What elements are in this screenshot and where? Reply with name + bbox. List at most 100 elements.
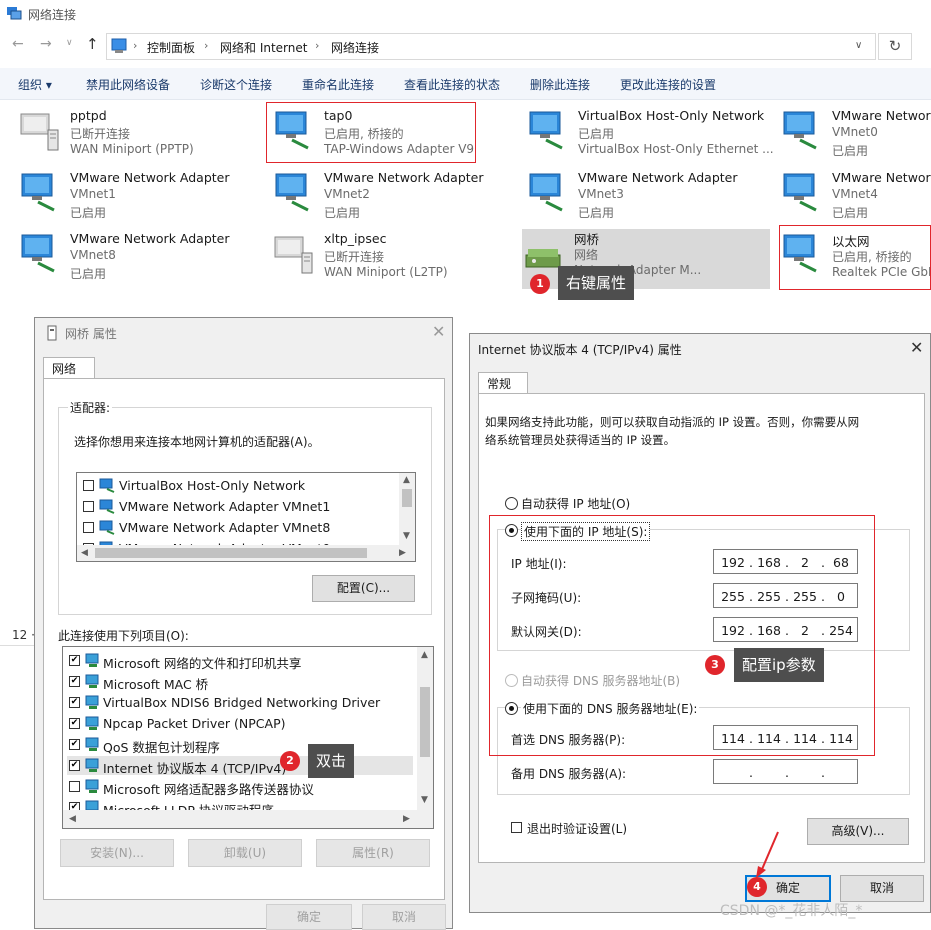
auto-ip-radio[interactable] (505, 497, 518, 510)
scroll-left-icon[interactable]: ◀ (81, 548, 88, 558)
properties-button[interactable]: 属性(R) (316, 839, 430, 867)
components-list[interactable]: ✔ Microsoft 网络的文件和打印机共享 ✔ Microsoft MAC 桥 ✔ V… (62, 646, 434, 829)
bridge-ok-button[interactable]: 确定 (266, 904, 352, 930)
component-checkbox[interactable]: ✔ (69, 697, 80, 708)
connection-item[interactable]: VirtualBox Host-Only Network 已启用 VirtualBo… (526, 108, 774, 168)
scroll-right-icon[interactable]: ▶ (399, 548, 406, 558)
component-row[interactable]: ✔ Npcap Packet Driver (NPCAP) (67, 714, 413, 733)
scroll-left-icon[interactable]: ◀ (69, 814, 76, 824)
connection-item[interactable]: VMware Network Adapter VMnet3 已启用 (526, 170, 774, 230)
close-icon[interactable]: ✕ (910, 338, 923, 357)
component-row[interactable]: ✔ Internet 协议版本 4 (TCP/IPv4) (67, 756, 413, 776)
connection-item[interactable]: VMware Network VMnet4 已启用 (780, 170, 931, 230)
items-label: 此连接使用下列项目(O): (58, 629, 189, 643)
connection-item[interactable]: VMware Network Adapter VMnet1 已启用 (18, 170, 266, 230)
component-row[interactable]: Microsoft 网络适配器多路传送器协议 (67, 777, 413, 797)
scroll-thumb[interactable] (420, 687, 430, 757)
connection-status: VMnet2 (324, 187, 370, 201)
network-component-icon (85, 757, 101, 776)
connection-status: 网络 (574, 248, 599, 262)
connection-item[interactable]: pptpd 已断开连接 WAN Miniport (PPTP) (18, 108, 266, 168)
ipv4-description-line1: 如果网络支持此功能，则可以获取自动指派的 IP 设置。否则，你需要从网 (485, 415, 860, 429)
connection-device: 已启用 (70, 267, 107, 281)
up-arrow-icon[interactable]: ↑ (86, 35, 99, 53)
adapters-vscrollbar[interactable]: ▲ ▼ (399, 473, 415, 545)
title-bar: 网络连接 (0, 0, 931, 28)
address-bar[interactable]: › 控制面板 › 网络和 Internet › 网络连接 ∨ (106, 33, 876, 60)
network-adapter-icon (526, 170, 570, 214)
tab-network[interactable]: 网络 (43, 357, 95, 379)
ipv4-cancel-button[interactable]: 取消 (840, 875, 924, 902)
component-checkbox[interactable]: ✔ (69, 676, 80, 687)
forward-arrow-icon[interactable]: → (40, 36, 52, 52)
highlight-ip-settings (489, 515, 875, 756)
adapters-group-label: 适配器: (68, 399, 113, 416)
ipv4-description-line2: 络系统管理员处获得适当的 IP 设置。 (485, 433, 676, 447)
network-adapter-icon (272, 170, 316, 214)
validate-checkbox[interactable] (511, 822, 522, 833)
connection-item[interactable]: VMware Network VMnet0 已启用 (780, 108, 931, 168)
chevron-down-icon[interactable]: ∨ (855, 40, 862, 51)
adapter-row[interactable]: VMware Network Adapter VMnet1 (83, 498, 395, 516)
connection-status: VMnet0 (832, 125, 878, 139)
view-status-button[interactable]: 查看此连接的状态 (404, 76, 500, 93)
alternate-dns-label: 备用 DNS 服务器(A): (511, 767, 627, 781)
rename-button[interactable]: 重命名此连接 (302, 76, 374, 93)
connection-status: VMnet3 (578, 187, 624, 201)
tab-general[interactable]: 常规 (478, 372, 528, 394)
components-hscrollbar[interactable]: ◀ ▶ (63, 810, 433, 828)
connection-name: xltp_ipsec (324, 231, 387, 246)
advanced-button[interactable]: 高级(V)... (807, 818, 909, 845)
component-checkbox[interactable]: ✔ (69, 739, 80, 750)
components-vscrollbar[interactable]: ▲ ▼ (417, 647, 433, 810)
scroll-right-icon[interactable]: ▶ (403, 814, 410, 824)
component-checkbox[interactable]: ✔ (69, 718, 80, 729)
disable-device-button[interactable]: 禁用此网络设备 (86, 76, 170, 93)
adapter-checkbox[interactable] (83, 480, 94, 491)
component-row[interactable]: ✔ Microsoft MAC 桥 (67, 672, 413, 692)
component-checkbox[interactable] (69, 781, 80, 792)
scroll-thumb[interactable] (402, 489, 412, 507)
scroll-up-icon[interactable]: ▲ (421, 650, 428, 660)
crumb-network-internet[interactable]: 网络和 Internet (220, 39, 307, 56)
component-checkbox[interactable]: ✔ (69, 655, 80, 666)
crumb-network-connections[interactable]: 网络连接 (331, 39, 379, 56)
scroll-down-icon[interactable]: ▼ (421, 795, 428, 805)
connection-item[interactable]: xltp_ipsec 已断开连接 WAN Miniport (L2TP) (272, 231, 520, 291)
hscroll-thumb[interactable] (95, 548, 367, 558)
component-label: Microsoft 网络适配器多路传送器协议 (103, 782, 314, 797)
component-checkbox[interactable]: ✔ (69, 760, 80, 771)
component-label: VirtualBox NDIS6 Bridged Networking Driv… (103, 695, 381, 710)
network-adapter-icon (18, 231, 62, 275)
adapters-hscrollbar[interactable]: ◀ ▶ (77, 545, 415, 561)
refresh-icon[interactable]: ↻ (878, 33, 912, 60)
adapter-row[interactable]: VMware Network Adapter VMnet8 (83, 519, 395, 537)
bridge-cancel-button[interactable]: 取消 (362, 904, 446, 930)
adapter-checkbox[interactable] (83, 501, 94, 512)
diagnose-button[interactable]: 诊断这个连接 (200, 76, 272, 93)
alternate-dns-field[interactable]: . . . (713, 759, 858, 784)
adapter-row[interactable]: VirtualBox Host-Only Network (83, 477, 395, 495)
organize-menu[interactable]: 组织 ▾ (18, 76, 52, 93)
change-settings-button[interactable]: 更改此连接的设置 (620, 76, 716, 93)
scroll-up-icon[interactable]: ▲ (403, 475, 410, 485)
back-arrow-icon[interactable]: ← (12, 36, 24, 52)
install-button[interactable]: 安装(N)... (60, 839, 174, 867)
component-row[interactable]: ✔ QoS 数据包计划程序 (67, 735, 413, 755)
close-icon[interactable]: ✕ (432, 322, 445, 341)
connection-item[interactable]: VMware Network Adapter VMnet2 已启用 (272, 170, 520, 230)
connection-item[interactable]: VMware Network Adapter VMnet8 已启用 (18, 231, 266, 291)
delete-button[interactable]: 删除此连接 (530, 76, 590, 93)
uninstall-button[interactable]: 卸载(U) (188, 839, 302, 867)
crumb-control-panel[interactable]: 控制面板 (147, 39, 195, 56)
adapter-checkbox[interactable] (83, 522, 94, 533)
configure-button[interactable]: 配置(C)... (312, 575, 415, 602)
connection-name: pptpd (70, 108, 107, 123)
component-label: QoS 数据包计划程序 (103, 740, 220, 755)
scroll-down-icon[interactable]: ▼ (403, 531, 410, 541)
adapters-list[interactable]: VirtualBox Host-Only Network VMware Netwo… (76, 472, 416, 562)
component-row[interactable]: ✔ Microsoft 网络的文件和打印机共享 (67, 651, 413, 671)
recent-dropdown-icon[interactable]: ∨ (66, 38, 73, 48)
component-row[interactable]: ✔ VirtualBox NDIS6 Bridged Networking Dri… (67, 693, 413, 712)
connection-status: 已断开连接 (324, 250, 385, 264)
